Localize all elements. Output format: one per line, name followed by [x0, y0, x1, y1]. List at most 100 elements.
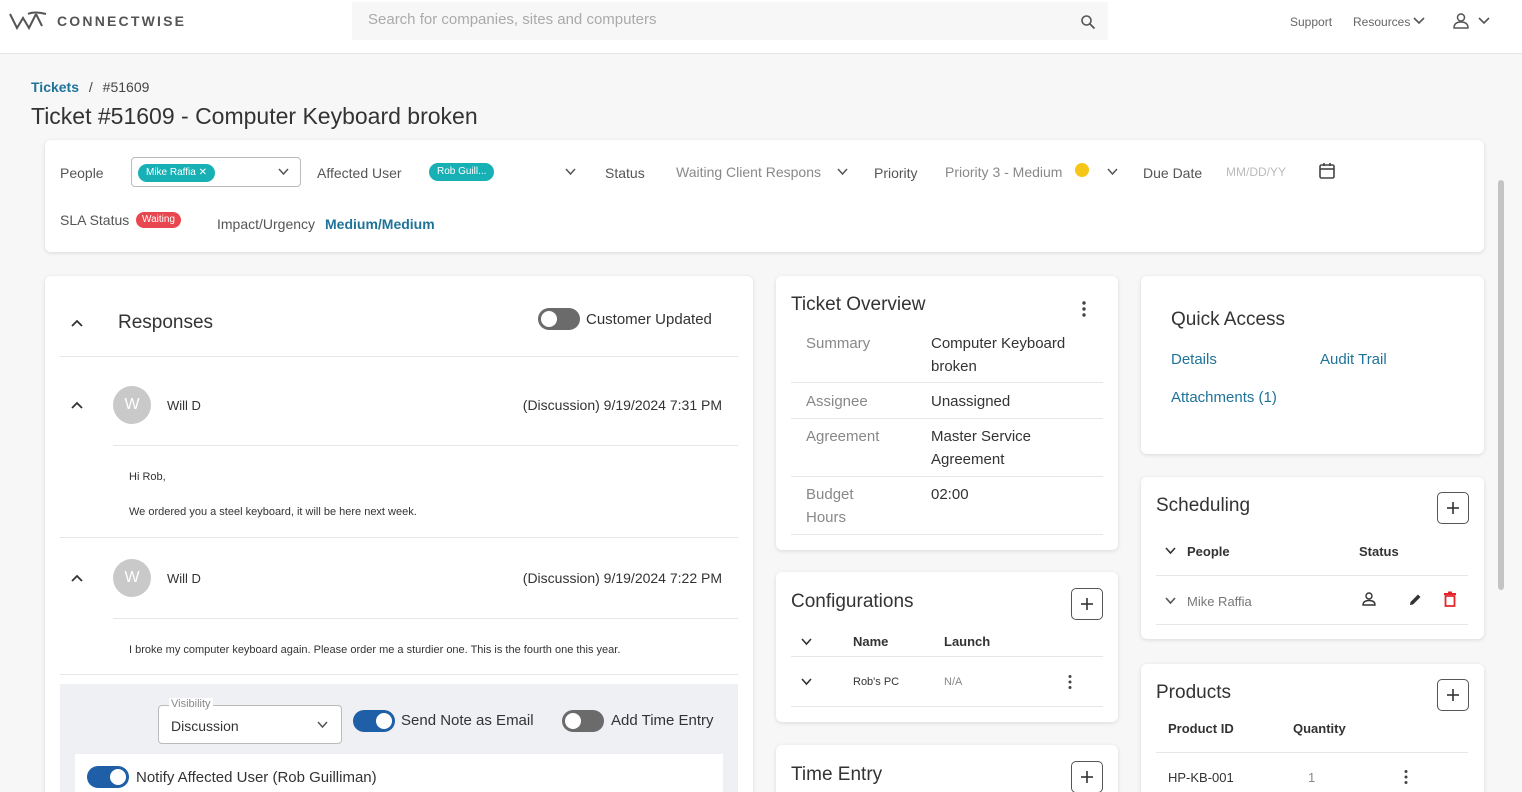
priority-chevron-icon[interactable]	[1107, 168, 1118, 176]
resources-label: Resources	[1353, 15, 1411, 29]
status-chevron-icon[interactable]	[837, 168, 848, 176]
divider	[1156, 752, 1468, 753]
ticket-overview-card: Ticket Overview Summary Computer Keyboar…	[776, 276, 1118, 550]
expand-row-icon[interactable]	[1165, 597, 1176, 605]
divider	[791, 418, 1103, 419]
affected-user-chip[interactable]: Rob Guill...	[429, 163, 495, 181]
configurations-card: Configurations Name Launch Rob's PC N/A	[776, 572, 1118, 722]
add-configuration-button[interactable]	[1071, 588, 1103, 620]
affected-user-label: Affected User	[317, 165, 402, 181]
search-icon[interactable]	[1080, 14, 1096, 30]
sla-status-badge: Waiting	[136, 212, 181, 228]
divider	[1156, 624, 1468, 625]
people-select[interactable]: Mike Raffia ✕	[131, 157, 301, 187]
edit-icon[interactable]	[1407, 592, 1423, 608]
priority-label: Priority	[874, 165, 918, 181]
notify-affected-user-toggle[interactable]	[87, 766, 129, 788]
more-vertical-icon[interactable]	[1067, 674, 1073, 690]
search-input[interactable]	[368, 11, 1048, 28]
add-time-entry-label: Add Time Entry	[611, 712, 714, 729]
divider	[791, 706, 1103, 707]
attachments-link[interactable]: Attachments (1)	[1171, 389, 1277, 406]
configurations-name-header: Name	[853, 634, 889, 649]
quick-access-title: Quick Access	[1171, 309, 1286, 330]
customer-updated-label: Customer Updated	[586, 311, 712, 328]
avatar: W	[113, 559, 151, 597]
divider	[60, 537, 738, 538]
page-title: Ticket #51609 - Computer Keyboard broken	[31, 103, 478, 129]
product-id[interactable]: HP-KB-001	[1168, 770, 1234, 785]
divider	[791, 382, 1103, 383]
person-icon	[1362, 592, 1376, 606]
responses-card: Responses Customer Updated W Will D (Dis…	[45, 276, 753, 792]
chevron-down-icon[interactable]	[1165, 547, 1176, 555]
sla-status-label: SLA Status	[60, 212, 130, 228]
chevron-down-icon[interactable]	[801, 638, 812, 646]
breadcrumb-separator: /	[88, 79, 93, 95]
response-author: Will D	[167, 571, 201, 586]
connectwise-logo-icon	[9, 11, 47, 31]
people-label: People	[60, 165, 104, 181]
expand-row-icon[interactable]	[801, 678, 812, 686]
overview-value: Agreement	[931, 451, 1005, 468]
send-email-label: Send Note as Email	[401, 712, 534, 729]
collapse-response-icon[interactable]	[71, 574, 83, 582]
note-composer: Visibility Discussion Send Note as Email…	[60, 684, 738, 792]
priority-select[interactable]: Priority 3 - Medium	[945, 164, 1062, 180]
more-vertical-icon[interactable]	[1403, 769, 1409, 785]
collapse-responses-icon[interactable]	[71, 319, 83, 327]
search-box	[352, 2, 1108, 40]
impact-urgency-link[interactable]: Medium/Medium	[325, 216, 435, 232]
affected-user-chevron-icon[interactable]	[565, 168, 576, 176]
add-product-button[interactable]	[1437, 679, 1469, 711]
due-date-label: Due Date	[1143, 165, 1203, 181]
priority-dot-icon	[1075, 163, 1089, 177]
products-id-header: Product ID	[1168, 721, 1234, 736]
response-meta: (Discussion) 9/19/2024 7:31 PM	[522, 397, 722, 413]
status-label: Status	[605, 165, 645, 181]
support-link[interactable]: Support	[1290, 15, 1332, 29]
overview-title: Ticket Overview	[791, 294, 926, 315]
audit-trail-link[interactable]: Audit Trail	[1320, 351, 1387, 368]
calendar-icon[interactable]	[1318, 162, 1336, 180]
product-quantity: 1	[1308, 770, 1316, 785]
collapse-response-icon[interactable]	[71, 401, 83, 409]
overview-value: Master Service	[931, 428, 1032, 445]
customer-updated-toggle[interactable]	[538, 308, 580, 330]
responses-title: Responses	[118, 312, 214, 333]
visibility-select[interactable]: Visibility Discussion	[158, 698, 342, 744]
scrollbar-thumb[interactable]	[1498, 180, 1504, 590]
status-select[interactable]: Waiting Client Respons	[676, 164, 824, 180]
breadcrumb-tickets-link[interactable]: Tickets	[31, 79, 79, 95]
user-menu-chevron-icon[interactable]	[1478, 17, 1490, 26]
due-date-input[interactable]: MM/DD/YY	[1226, 165, 1286, 179]
response-text-line: We ordered you a steel keyboard, it will…	[129, 506, 417, 518]
delete-icon[interactable]	[1443, 591, 1457, 607]
details-link[interactable]: Details	[1171, 351, 1217, 368]
ticket-fields-card: People Mike Raffia ✕ Affected User Rob G…	[45, 140, 1484, 252]
overview-value: broken	[931, 358, 977, 375]
configuration-name[interactable]: Rob's PC	[853, 676, 899, 688]
chevron-down-icon	[1413, 17, 1425, 25]
add-schedule-button[interactable]	[1437, 492, 1469, 524]
plus-icon	[1447, 502, 1459, 514]
divider	[791, 534, 1103, 535]
time-entry-card: Time Entry	[776, 745, 1118, 792]
plus-icon	[1447, 689, 1459, 701]
overview-key: Agreement	[806, 428, 880, 445]
add-time-entry-button[interactable]	[1071, 761, 1103, 792]
overview-value: Unassigned	[931, 393, 1011, 410]
user-icon[interactable]	[1452, 12, 1470, 30]
configuration-launch: N/A	[944, 676, 963, 688]
resources-menu[interactable]: Resources	[1353, 15, 1410, 29]
send-email-toggle[interactable]	[353, 710, 395, 732]
more-vertical-icon[interactable]	[1081, 300, 1087, 318]
divider	[791, 476, 1103, 477]
add-time-entry-toggle[interactable]	[562, 710, 604, 732]
divider	[791, 656, 1103, 657]
divider	[113, 618, 738, 619]
divider	[60, 356, 738, 357]
response-text-line: I broke my computer keyboard again. Plea…	[129, 644, 621, 656]
divider	[60, 674, 738, 675]
products-card: Products Product ID Quantity HP-KB-001 1	[1141, 664, 1484, 792]
